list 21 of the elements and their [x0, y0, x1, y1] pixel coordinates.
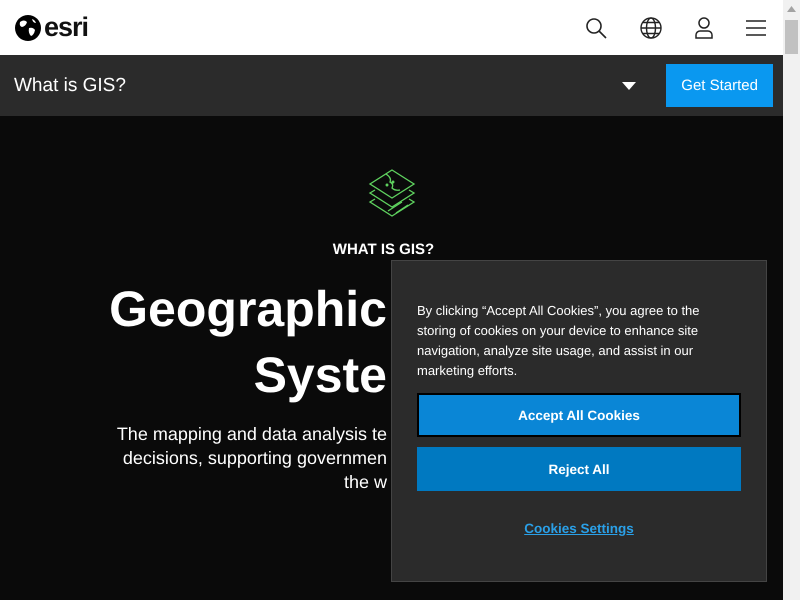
logo-wordmark[interactable]: esri	[44, 12, 88, 43]
scrollbar-thumb[interactable]	[785, 20, 798, 54]
cookie-notice-text: By clicking “Accept All Cookies”, you agree to the storing of cookies on your device to enhance site navigation, analyze site usage, and assist in our marketing efforts.	[417, 302, 701, 380]
get-started-button[interactable]: Get Started	[666, 64, 773, 107]
globe-icon[interactable]	[640, 16, 662, 38]
hero-heading: Syste	[254, 346, 387, 405]
reject-cookies-button[interactable]: Reject All	[417, 447, 741, 491]
cookie-settings-link[interactable]: Cookies Settings	[524, 521, 634, 536]
page-title: What is GIS?	[14, 74, 126, 96]
caret-icon[interactable]	[622, 82, 636, 90]
eyebrow-heading: WHAT IS GIS?	[332, 242, 434, 258]
hero-description: decisions, supporting governmen	[122, 447, 387, 470]
scrollbar[interactable]	[783, 0, 800, 600]
globe-logo-icon	[14, 14, 42, 42]
hero-heading: Geographic	[109, 280, 387, 339]
menu-icon[interactable]	[746, 20, 766, 36]
user-icon[interactable]	[695, 16, 713, 38]
hero-description: the w	[344, 471, 387, 494]
accept-cookies-button[interactable]: Accept All Cookies	[417, 393, 741, 437]
search-icon[interactable]	[585, 16, 607, 38]
hero-description: The mapping and data analysis te	[116, 423, 387, 446]
